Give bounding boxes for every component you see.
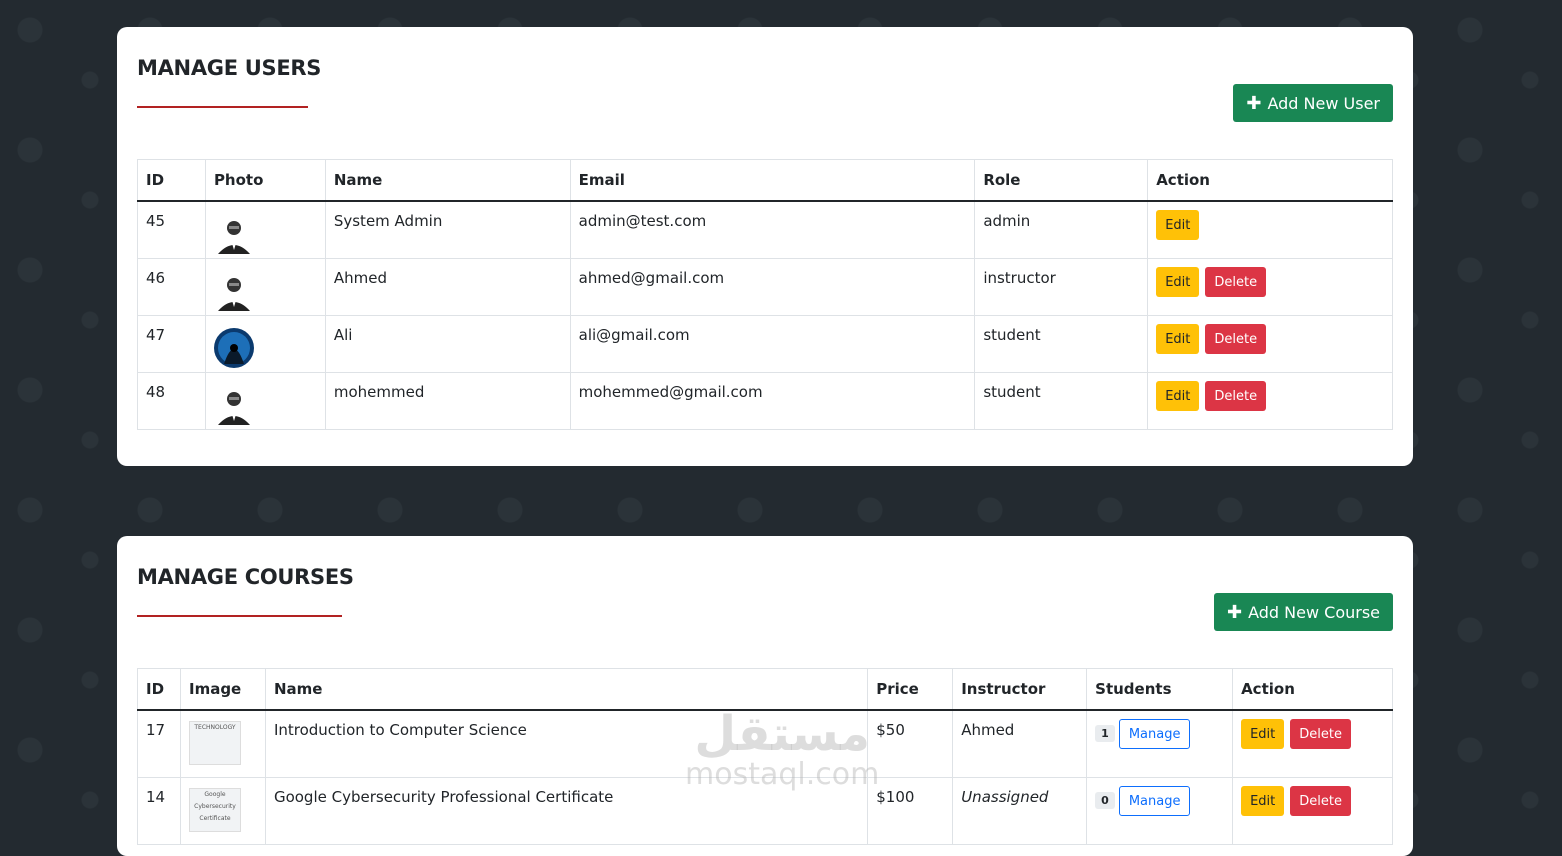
manage-students-button[interactable]: Manage	[1118, 786, 1191, 816]
col-image: Image	[179, 668, 266, 711]
manage-courses-card: MANAGE COURSES ✚ Add New Course ID Image…	[117, 536, 1413, 856]
user-name: mohemmed	[324, 372, 571, 430]
edit-button[interactable]: Edit	[1241, 719, 1285, 749]
default-avatar-icon	[217, 221, 250, 254]
course-price: $100	[867, 777, 954, 845]
table-row: 17 TECHNOLOGY Introduction to Computer S…	[137, 709, 1393, 778]
users-title-underline	[137, 106, 308, 108]
col-email: Email	[569, 159, 976, 202]
user-role: instructor	[974, 258, 1149, 316]
user-name: Ahmed	[324, 258, 571, 316]
course-image: TECHNOLOGY	[188, 721, 241, 765]
course-name: Introduction to Computer Science	[264, 709, 869, 778]
users-table: ID Photo Name Email Role Action 45 Syste…	[137, 159, 1393, 430]
delete-button[interactable]: Delete	[1290, 786, 1351, 816]
edit-button[interactable]: Edit	[1156, 381, 1200, 411]
delete-button[interactable]: Delete	[1205, 381, 1267, 411]
course-instructor: Ahmed	[952, 709, 1088, 778]
user-email: ali@gmail.com	[569, 315, 976, 373]
user-id: 48	[137, 372, 206, 430]
col-id: ID	[137, 159, 206, 202]
users-table-header: ID Photo Name Email Role Action	[137, 159, 1393, 202]
manage-students-button[interactable]: Manage	[1118, 719, 1191, 749]
edit-button[interactable]: Edit	[1156, 210, 1200, 240]
edit-button[interactable]: Edit	[1156, 324, 1200, 354]
user-email: ahmed@gmail.com	[569, 258, 976, 316]
col-action: Action	[1232, 668, 1393, 711]
delete-button[interactable]: Delete	[1290, 719, 1351, 749]
col-students: Students	[1086, 668, 1234, 711]
col-name: Name	[264, 668, 869, 711]
course-id: 17	[137, 709, 181, 778]
user-email: admin@test.com	[569, 200, 976, 259]
edit-button[interactable]: Edit	[1241, 786, 1285, 816]
table-row: 14 Google Cybersecurity Certificate Goog…	[137, 777, 1393, 845]
plus-icon: ✚	[1246, 92, 1262, 114]
default-avatar-icon	[217, 278, 250, 311]
user-email: mohemmed@gmail.com	[569, 372, 976, 430]
edit-button[interactable]: Edit	[1156, 267, 1200, 297]
user-id: 45	[137, 200, 206, 259]
course-instructor: Unassigned	[952, 777, 1088, 845]
user-role: admin	[974, 200, 1149, 259]
courses-table-header: ID Image Name Price Instructor Students …	[137, 668, 1393, 711]
col-action: Action	[1147, 159, 1393, 202]
student-count-badge: 0	[1095, 792, 1115, 809]
col-price: Price	[867, 668, 954, 711]
users-title: MANAGE USERS	[137, 56, 322, 80]
user-role: student	[974, 315, 1149, 373]
add-new-course-button[interactable]: ✚ Add New Course	[1214, 593, 1393, 631]
course-image: Google Cybersecurity Certificate	[188, 788, 241, 832]
user-id: 46	[137, 258, 206, 316]
col-role: Role	[974, 159, 1149, 202]
add-new-course-label: Add New Course	[1248, 602, 1380, 622]
user-name: Ali	[324, 315, 571, 373]
add-new-user-label: Add New User	[1267, 93, 1380, 113]
user-name: System Admin	[324, 200, 571, 259]
student-count-badge: 1	[1095, 725, 1115, 742]
plus-icon: ✚	[1227, 601, 1243, 623]
courses-title: MANAGE COURSES	[137, 565, 354, 589]
default-avatar-icon	[217, 392, 250, 425]
col-photo: Photo	[204, 159, 326, 202]
course-price: $50	[867, 709, 954, 778]
table-row: 46 Ahmed ahmed@gmail.com instructor Edit…	[137, 258, 1393, 316]
course-id: 14	[137, 777, 181, 845]
table-row: 47 Ali ali@gmail.com student Edit Delete	[137, 315, 1393, 373]
courses-title-underline	[137, 615, 342, 617]
user-id: 47	[137, 315, 206, 373]
col-instructor: Instructor	[952, 668, 1088, 711]
courses-table: ID Image Name Price Instructor Students …	[137, 668, 1393, 845]
delete-button[interactable]: Delete	[1205, 267, 1267, 297]
user-role: student	[974, 372, 1149, 430]
manage-users-card: MANAGE USERS ✚ Add New User ID Photo Nam…	[117, 27, 1413, 466]
col-id: ID	[137, 668, 181, 711]
col-name: Name	[324, 159, 571, 202]
hooded-hacker-avatar-icon	[213, 328, 254, 368]
add-new-user-button[interactable]: ✚ Add New User	[1233, 84, 1393, 122]
delete-button[interactable]: Delete	[1205, 324, 1267, 354]
course-name: Google Cybersecurity Professional Certif…	[264, 777, 869, 845]
table-row: 48 mohemmed mohemmed@gmail.com student E…	[137, 372, 1393, 430]
table-row: 45 System Admin admin@test.com admin Edi…	[137, 200, 1393, 259]
